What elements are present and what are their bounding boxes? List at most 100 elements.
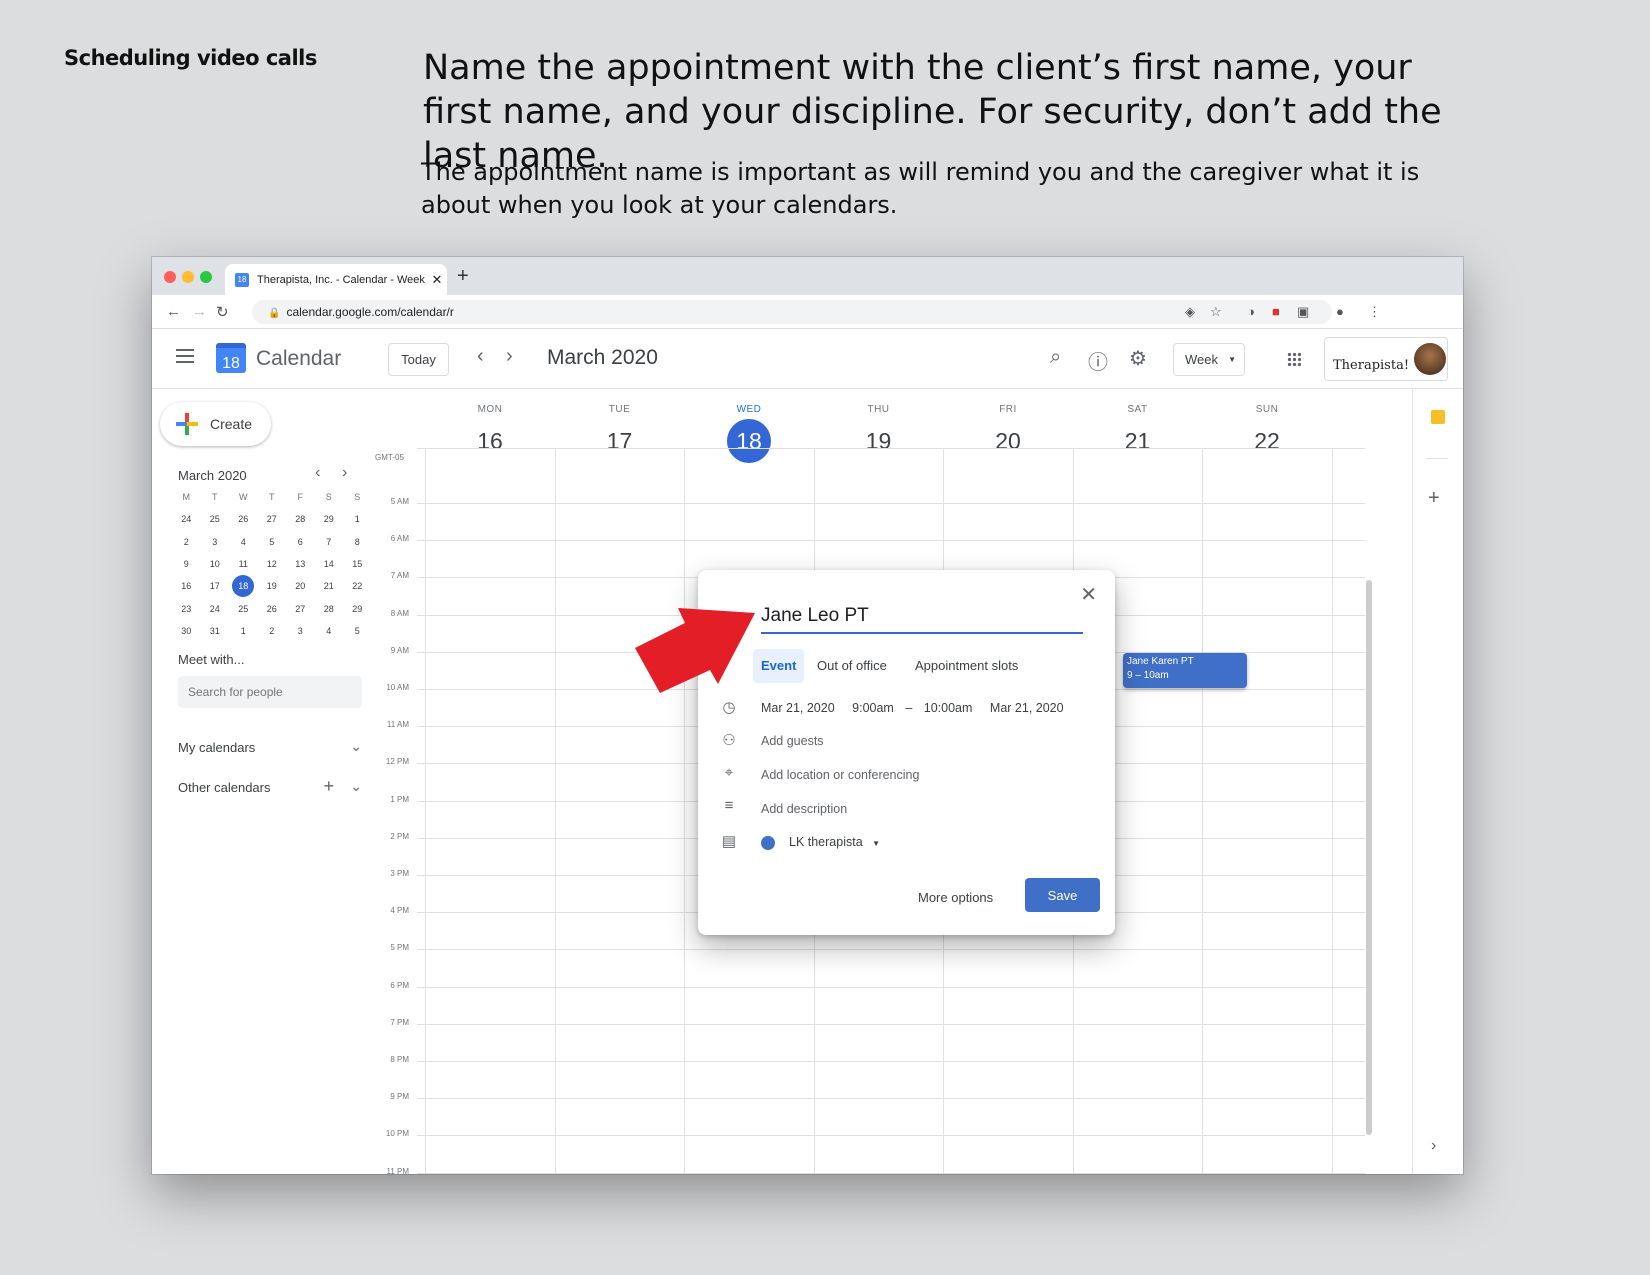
expand-panel-icon[interactable]: › [1431, 1137, 1436, 1155]
day-date[interactable]: 20 [986, 419, 1030, 463]
back-icon[interactable]: ← [166, 303, 181, 320]
mini-day[interactable]: 16 [172, 575, 201, 597]
mini-day[interactable]: 6 [286, 531, 315, 553]
mini-day[interactable]: 24 [201, 597, 230, 619]
apps-grid-icon[interactable] [1287, 352, 1301, 366]
day-date[interactable]: 17 [598, 419, 642, 463]
event-chip[interactable]: Jane Karen PT 9 – 10am [1123, 653, 1247, 688]
extension-red-icon[interactable]: ■ [1272, 304, 1280, 319]
day-date[interactable]: 19 [857, 419, 901, 463]
chevron-down-icon[interactable]: ⌄ [350, 778, 362, 795]
day-header-sun[interactable]: SUN 22 [1199, 390, 1335, 463]
mini-day[interactable]: 31 [201, 620, 230, 642]
extension-puzzle-icon[interactable]: ▣ [1297, 304, 1309, 320]
add-location-field[interactable]: Add location or conferencing [761, 768, 919, 782]
mini-day[interactable]: 4 [315, 620, 344, 642]
add-calendar-icon[interactable]: + [323, 776, 334, 797]
user-avatar[interactable] [1414, 343, 1446, 375]
next-week-icon[interactable]: › [506, 345, 513, 368]
browser-menu-icon[interactable]: ⋮ [1368, 304, 1381, 320]
mini-day[interactable]: 27 [286, 597, 315, 619]
more-options-button[interactable]: More options [918, 890, 993, 905]
mini-day[interactable]: 10 [201, 553, 230, 575]
tab-appointment-slots[interactable]: Appointment slots [907, 649, 1026, 683]
reload-icon[interactable]: ↻ [216, 303, 229, 321]
search-icon[interactable]: ⌕ [1050, 346, 1061, 369]
mini-day[interactable]: 2 [258, 620, 287, 642]
mini-prev-month-icon[interactable]: ‹ [315, 464, 320, 482]
mini-day[interactable]: 18 [229, 575, 258, 598]
add-guests-field[interactable]: Add guests [761, 734, 824, 748]
create-button[interactable]: Create [160, 402, 271, 446]
save-button[interactable]: Save [1025, 878, 1100, 912]
mini-day[interactable]: 2 [172, 531, 201, 553]
chevron-down-icon[interactable]: ⌄ [350, 738, 362, 755]
mini-day[interactable]: 23 [172, 597, 201, 619]
extension-circle-icon[interactable]: ◑ [1247, 304, 1255, 319]
end-time[interactable]: 10:00am [924, 701, 973, 715]
previous-week-icon[interactable]: ‹ [477, 345, 484, 368]
forward-icon[interactable]: → [192, 303, 207, 320]
mini-day[interactable]: 26 [258, 597, 287, 619]
mini-next-month-icon[interactable]: › [342, 464, 347, 482]
mini-day[interactable]: 24 [172, 508, 201, 530]
tab-close-icon[interactable]: ✕ [427, 272, 447, 288]
eye-icon[interactable]: ◈ [1185, 304, 1195, 320]
start-date[interactable]: Mar 21, 2020 [761, 701, 835, 715]
mini-day[interactable]: 28 [286, 508, 315, 530]
day-header-thu[interactable]: THU 19 [811, 390, 947, 463]
mini-day[interactable]: 3 [201, 531, 230, 553]
day-header-wed[interactable]: WED 18 [681, 390, 817, 463]
profile-avatar-icon[interactable]: ● [1336, 304, 1344, 319]
search-people-input[interactable] [178, 676, 362, 708]
mini-day[interactable]: 29 [315, 508, 344, 530]
mini-day[interactable]: 30 [172, 620, 201, 642]
mini-day[interactable]: 25 [229, 597, 258, 619]
event-title-input[interactable] [761, 600, 1083, 634]
calendar-select[interactable]: LK therapista ▼ [761, 835, 880, 850]
mini-day[interactable]: 28 [315, 597, 344, 619]
mini-day[interactable]: 9 [172, 553, 201, 575]
mini-day[interactable]: 4 [229, 531, 258, 553]
minimize-window-dot[interactable] [182, 271, 194, 283]
mini-day[interactable]: 21 [315, 575, 344, 597]
today-button[interactable]: Today [388, 343, 449, 376]
mini-day[interactable]: 5 [258, 531, 287, 553]
day-header-fri[interactable]: FRI 20 [940, 390, 1076, 463]
day-header-mon[interactable]: MON 16 [422, 390, 558, 463]
main-menu-icon[interactable] [176, 349, 194, 363]
mini-day[interactable]: 20 [286, 575, 315, 597]
mini-day[interactable]: 3 [286, 620, 315, 642]
browser-tab[interactable]: 18 Therapista, Inc. - Calendar - Week ✕ [225, 264, 447, 295]
mini-day[interactable]: 17 [201, 575, 230, 597]
mini-day[interactable]: 7 [315, 531, 344, 553]
day-date[interactable]: 21 [1116, 419, 1160, 463]
day-header-tue[interactable]: TUE 17 [552, 390, 688, 463]
mini-day[interactable]: 19 [258, 575, 287, 597]
vertical-scrollbar[interactable] [1366, 580, 1372, 1135]
mini-day[interactable]: 27 [258, 508, 287, 530]
help-icon[interactable]: ⓘ [1088, 346, 1108, 375]
mini-day[interactable]: 25 [201, 508, 230, 530]
end-date[interactable]: Mar 21, 2020 [990, 701, 1064, 715]
day-header-sat[interactable]: SAT 21 [1070, 390, 1206, 463]
zoom-window-dot[interactable] [200, 271, 212, 283]
start-time[interactable]: 9:00am [852, 701, 894, 715]
day-date[interactable]: 18 [727, 419, 771, 463]
add-description-field[interactable]: Add description [761, 802, 847, 816]
bookmark-star-icon[interactable]: ☆ [1210, 304, 1222, 320]
keep-icon[interactable] [1431, 410, 1445, 424]
my-calendars-toggle[interactable]: My calendars ⌄ [178, 738, 362, 755]
tab-out-of-office[interactable]: Out of office [809, 649, 895, 683]
add-addon-icon[interactable]: + [1428, 487, 1440, 510]
mini-day[interactable]: 12 [258, 553, 287, 575]
mini-day[interactable]: 1 [229, 620, 258, 642]
other-calendars-toggle[interactable]: Other calendars + ⌄ [178, 776, 362, 796]
day-date[interactable]: 16 [468, 419, 512, 463]
url-field[interactable]: 🔒 calendar.google.com/calendar/r [252, 300, 1332, 324]
new-tab-button[interactable]: + [457, 265, 469, 288]
view-select[interactable]: Week ▼ [1173, 343, 1245, 376]
mini-day[interactable]: 14 [315, 553, 344, 575]
mini-day[interactable]: 26 [229, 508, 258, 530]
mini-day[interactable]: 13 [286, 553, 315, 575]
